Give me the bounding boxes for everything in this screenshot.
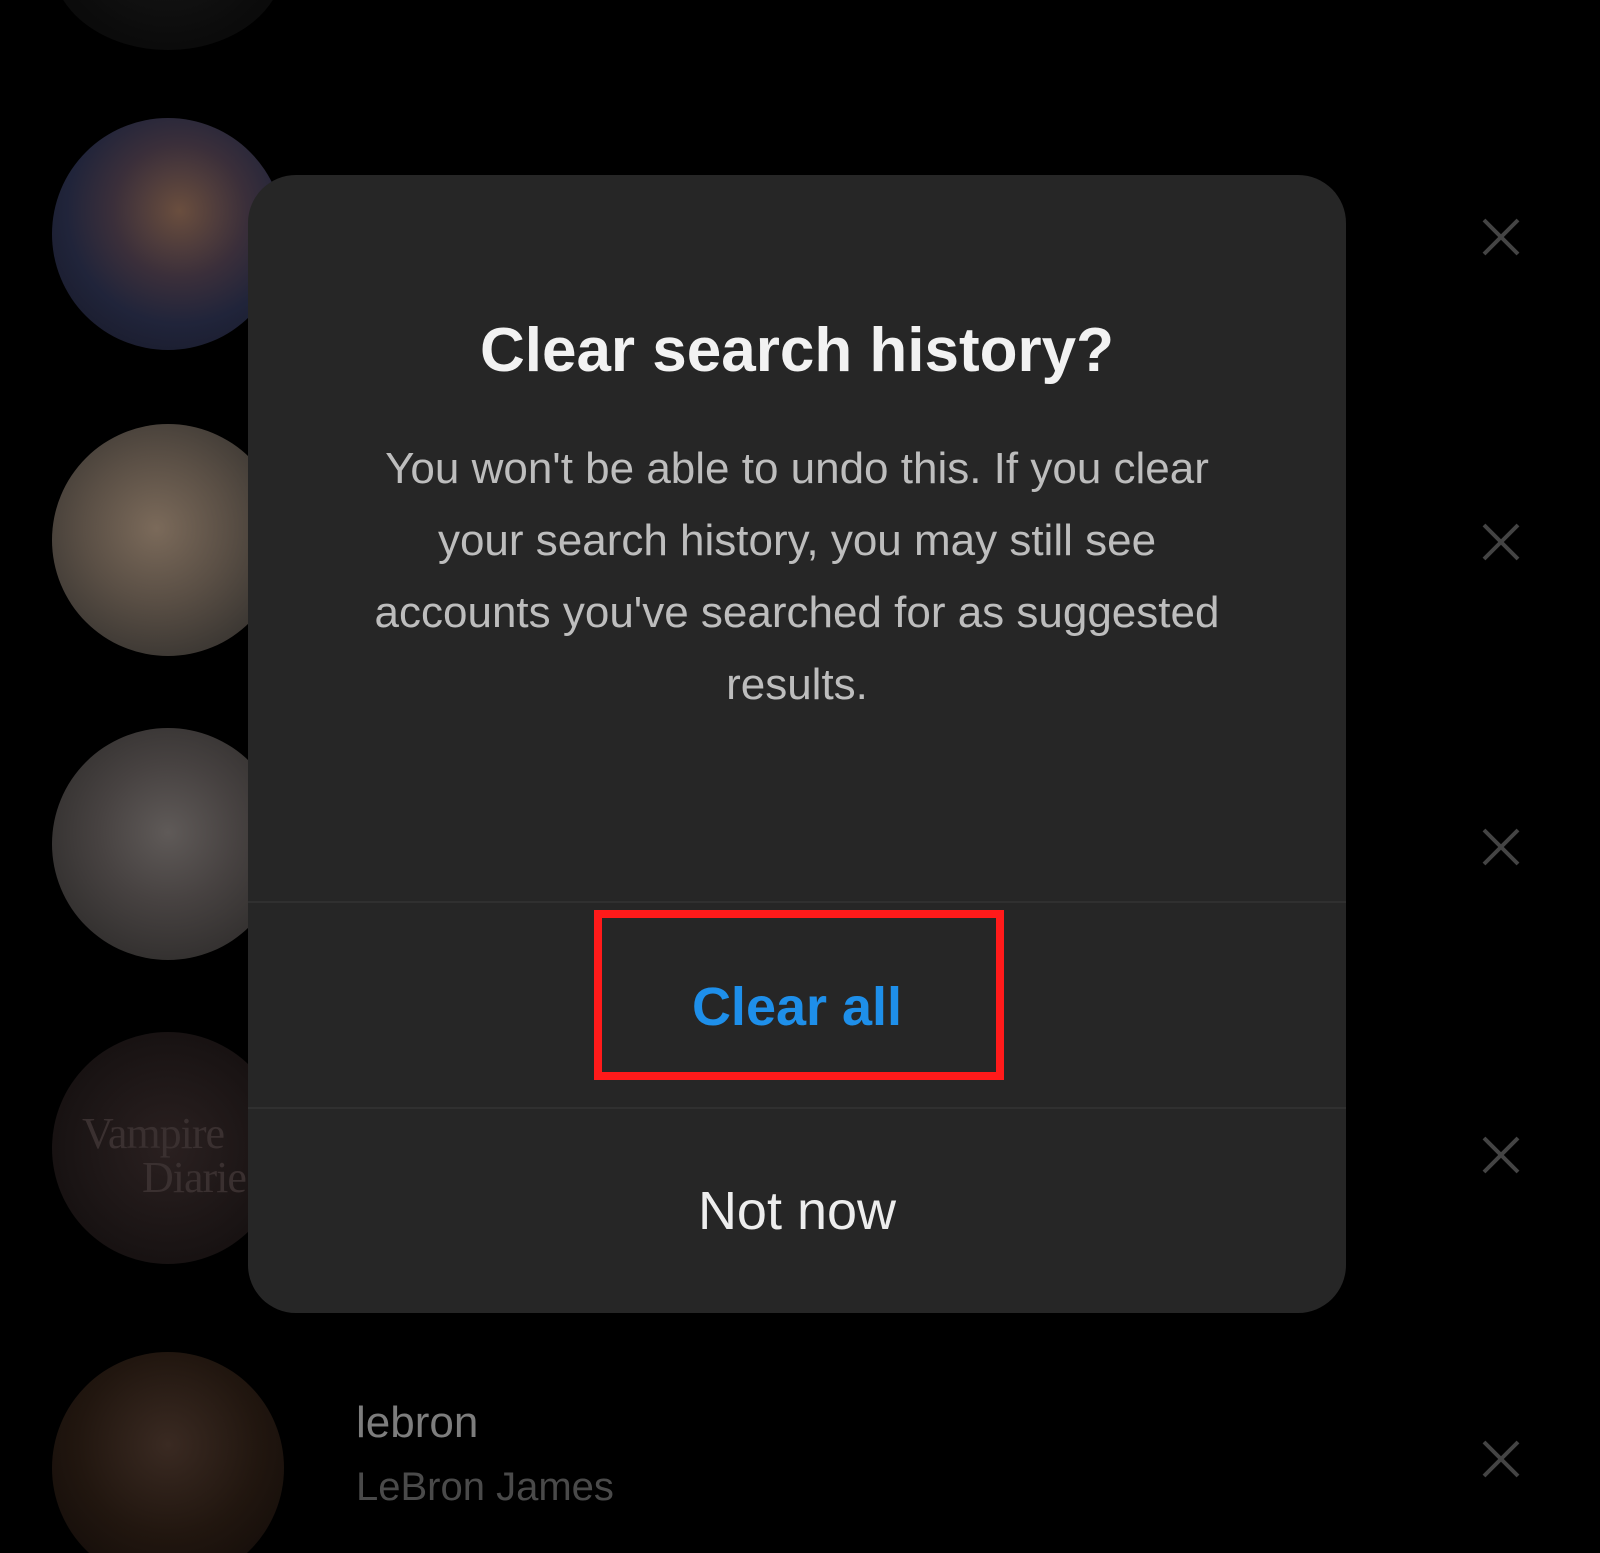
clear-history-dialog: Clear search history? You won't be able … [248,175,1346,1313]
screen: Vampire Diarie lebron LeBron James Clear… [0,0,1600,1553]
close-icon[interactable] [1478,519,1524,565]
close-icon[interactable] [1478,1132,1524,1178]
avatar-logo-text: Vampire Diarie [82,1109,247,1202]
divider [248,901,1346,903]
close-icon[interactable] [1478,824,1524,870]
avatar [52,0,284,50]
close-icon[interactable] [1478,1436,1524,1482]
list-item[interactable]: lebron LeBron James [0,1352,1600,1553]
dialog-message: You won't be able to undo this. If you c… [374,444,1220,709]
not-now-button[interactable]: Not now [248,1111,1346,1311]
dialog-title: Clear search history? [479,316,1115,385]
close-icon[interactable] [1478,214,1524,260]
clear-all-button[interactable]: Clear all [248,907,1346,1107]
history-username: lebron [356,1398,479,1447]
history-fullname: LeBron James [356,1465,614,1509]
divider [248,1107,1346,1109]
avatar [52,1352,284,1553]
